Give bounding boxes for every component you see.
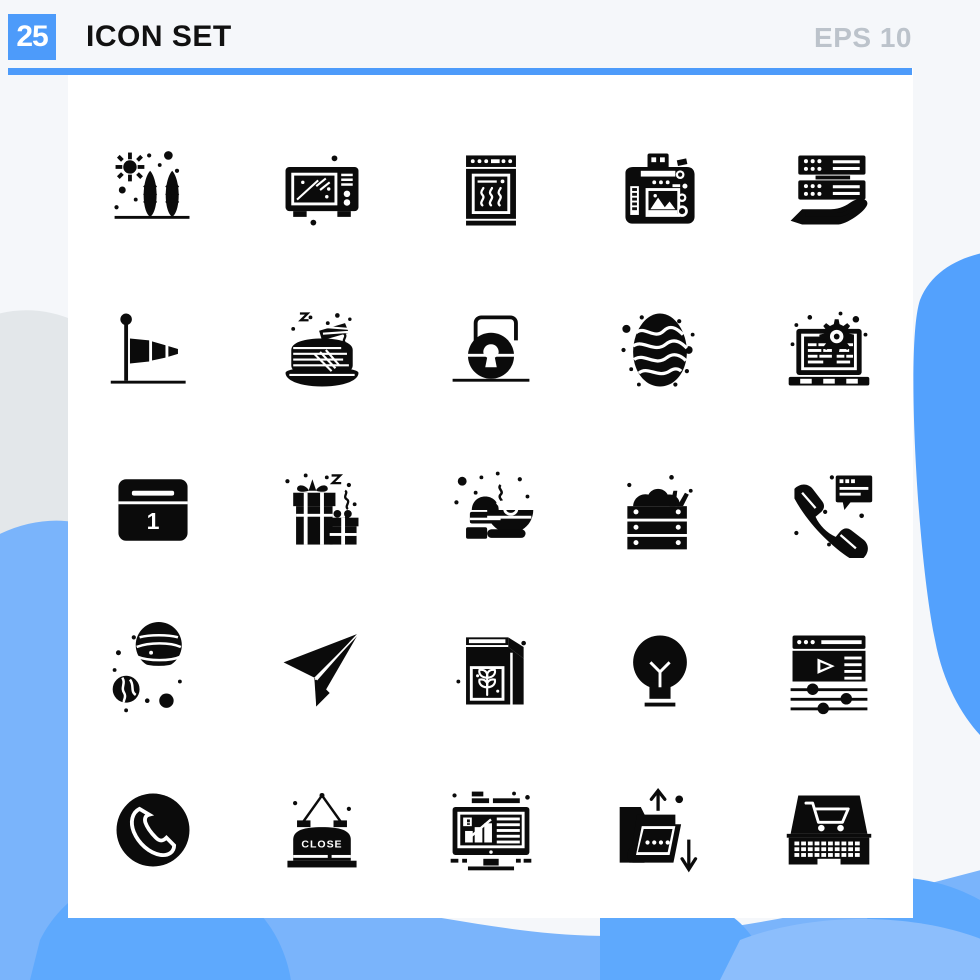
baking-oven-icon [465, 155, 516, 226]
icon-cell-gift-boxes[interactable] [237, 430, 406, 590]
close-sign-icon: CLOSE [286, 792, 357, 868]
icon-cell-close-sign[interactable]: CLOSE [237, 750, 406, 910]
format-label: EPS 10 [814, 22, 912, 53]
icon-cell-padlock[interactable] [406, 270, 575, 430]
cloud-folder-transfer-icon [619, 787, 697, 873]
windsock-flag-icon [110, 313, 186, 384]
icon-cell-sunny-plants[interactable] [68, 110, 237, 270]
icon-cell-coffee-cup-cake[interactable] [406, 430, 575, 590]
icon-cell-planets-space[interactable] [68, 590, 237, 750]
icon-cell-easter-egg[interactable] [575, 270, 744, 430]
icon-cell-seed-packet[interactable] [406, 590, 575, 750]
icon-cell-windsock-flag[interactable] [68, 270, 237, 430]
photo-camera-icon [624, 153, 695, 224]
header-divider [8, 68, 912, 75]
seed-packet-icon [455, 637, 526, 705]
easter-egg-icon [620, 313, 695, 387]
close-sign-label: CLOSE [301, 838, 342, 850]
icon-cell-light-bulb[interactable] [575, 590, 744, 750]
icon-cell-laptop-settings[interactable] [744, 270, 913, 430]
page-title: ICON SET [86, 20, 232, 53]
icon-set-page: 25 ICON SET EPS 10 1 CLOSE [0, 0, 980, 980]
microwave-oven-icon [285, 155, 358, 226]
icon-cell-baking-oven[interactable] [406, 110, 575, 270]
phone-circle-icon [116, 793, 189, 867]
padlock-icon [452, 315, 529, 382]
pancakes-plate-icon [285, 312, 358, 387]
icon-cell-monitor-chart[interactable] [406, 750, 575, 910]
icon-cell-laptop-shopping-cart[interactable] [744, 750, 913, 910]
icon-cell-microwave-oven[interactable] [237, 110, 406, 270]
icon-cell-hosting-hand-server[interactable] [744, 110, 913, 270]
icon-cell-video-player-settings[interactable] [744, 590, 913, 750]
icon-cell-cloud-folder-transfer[interactable] [575, 750, 744, 910]
phone-message-icon [793, 475, 872, 558]
coffee-cup-cake-icon [453, 471, 533, 539]
laptop-shopping-cart-icon [786, 795, 871, 865]
monitor-chart-icon [450, 791, 531, 871]
light-bulb-icon [632, 635, 687, 707]
icon-grid: 1 CLOSE [68, 110, 913, 910]
icon-cell-phone-circle[interactable] [68, 750, 237, 910]
planets-space-icon [112, 622, 182, 713]
icon-cell-calendar-day-one[interactable]: 1 [68, 430, 237, 590]
blob-blue-dark-right [913, 253, 980, 735]
icon-cell-pancakes-plate[interactable] [237, 270, 406, 430]
video-player-settings-icon [790, 635, 867, 715]
calendar-day-number: 1 [146, 508, 159, 534]
gift-boxes-icon [284, 473, 358, 545]
calendar-day-one-icon: 1 [117, 479, 188, 541]
vegetable-crate-icon [626, 475, 693, 550]
icon-cell-phone-message[interactable] [744, 430, 913, 590]
paper-plane-send-icon [283, 632, 359, 707]
sheet-header: 25 ICON SET EPS 10 [8, 14, 912, 75]
icon-cell-vegetable-crate[interactable] [575, 430, 744, 590]
icon-cell-paper-plane-send[interactable] [237, 590, 406, 750]
blob-blue-pale-bottom-right [720, 918, 980, 980]
icon-count-badge: 25 [8, 14, 56, 60]
sunny-plants-icon [113, 151, 189, 219]
icon-cell-photo-camera[interactable] [575, 110, 744, 270]
hosting-hand-server-icon [790, 155, 867, 225]
laptop-settings-icon [788, 311, 869, 386]
